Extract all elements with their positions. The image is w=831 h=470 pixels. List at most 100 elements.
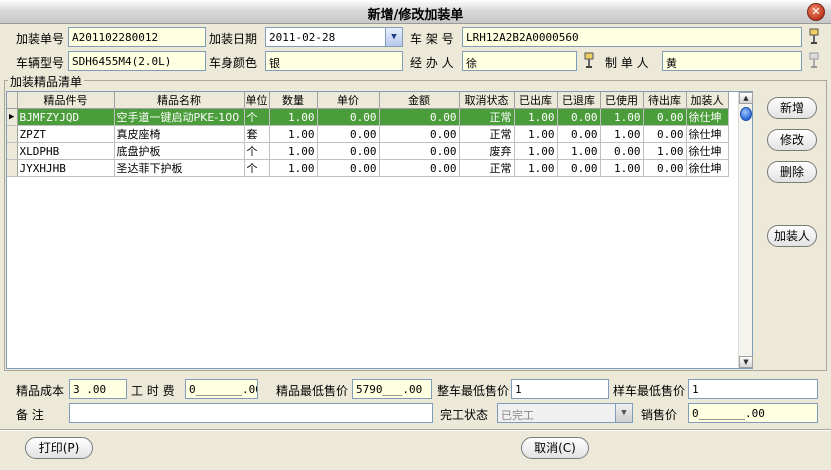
sale-price-field[interactable]: 0_______.00 <box>688 403 818 423</box>
cell-price[interactable]: 0.00 <box>317 108 380 126</box>
cell-qty[interactable]: 1.00 <box>269 108 318 126</box>
cell-cancel-status[interactable]: 正常 <box>459 108 515 126</box>
table-row[interactable]: ZPZT 真皮座椅 套 1.00 0.00 0.00 正常 1.00 0.00 … <box>7 125 729 143</box>
cell-part-name[interactable]: 空手道一键启动PKE-100 <box>114 108 245 126</box>
remark-label: 备 注 <box>16 408 44 422</box>
cell-returned[interactable]: 0.00 <box>557 108 601 126</box>
handler-lookup-icon[interactable] <box>583 51 595 71</box>
col-header[interactable]: 单位 <box>244 92 270 109</box>
color-field[interactable]: 银 <box>265 51 403 71</box>
date-picker[interactable]: 2011-02-28 ▼ <box>265 27 403 47</box>
cell-pending[interactable]: 0.00 <box>643 159 687 177</box>
cell-price[interactable]: 0.00 <box>317 159 380 177</box>
cell-amount[interactable]: 0.00 <box>379 108 460 126</box>
delete-button[interactable]: 删除 <box>767 161 817 183</box>
creator-label: 制 单 人 <box>605 56 649 70</box>
close-button[interactable]: ✕ <box>807 3 825 21</box>
print-button[interactable]: 打印(P) <box>25 437 93 459</box>
cell-part-no[interactable]: XLDPHB <box>17 142 115 160</box>
cell-unit[interactable]: 套 <box>244 125 270 143</box>
cell-used[interactable]: 1.00 <box>600 125 644 143</box>
cell-used[interactable]: 1.00 <box>600 108 644 126</box>
remark-field[interactable] <box>69 403 433 423</box>
cell-returned[interactable]: 0.00 <box>557 159 601 177</box>
scroll-down-icon[interactable]: ▼ <box>739 356 753 368</box>
cell-installer[interactable]: 徐仕坤 <box>686 108 729 126</box>
model-field[interactable]: SDH6455M4(2.0L) <box>68 51 206 71</box>
cell-part-no[interactable]: ZPZT <box>17 125 115 143</box>
footer-separator <box>0 429 831 431</box>
cost-field[interactable]: 3 .00 <box>69 379 127 399</box>
scroll-up-icon[interactable]: ▲ <box>739 92 753 104</box>
vehicle-min-field[interactable]: 1 <box>511 379 609 399</box>
add-button[interactable]: 新增 <box>767 97 817 119</box>
cell-used[interactable]: 1.00 <box>600 159 644 177</box>
cell-installer[interactable]: 徐仕坤 <box>686 125 729 143</box>
installer-button[interactable]: 加装人 <box>767 225 817 247</box>
cell-qty[interactable]: 1.00 <box>269 125 318 143</box>
cell-installer[interactable]: 徐仕坤 <box>686 159 729 177</box>
cell-out[interactable]: 1.00 <box>514 142 558 160</box>
labor-field[interactable]: 0_______.00 <box>185 379 258 399</box>
col-header[interactable]: 已使用 <box>600 92 644 109</box>
grid-scrollbar[interactable]: ▲ ▼ <box>738 92 753 368</box>
col-header[interactable]: 精品名称 <box>114 92 245 109</box>
order-no-field[interactable]: A201102280012 <box>68 27 206 47</box>
cell-cancel-status[interactable]: 正常 <box>459 159 515 177</box>
date-dropdown-icon[interactable]: ▼ <box>385 28 402 46</box>
items-grid[interactable]: 精品件号 精品名称 单位 数量 单价 金额 取消状态 已出库 已退库 已使用 待… <box>6 91 753 369</box>
cell-part-name[interactable]: 真皮座椅 <box>114 125 245 143</box>
handler-field[interactable]: 徐 <box>462 51 577 71</box>
cell-qty[interactable]: 1.00 <box>269 142 318 160</box>
scroll-thumb[interactable] <box>740 107 752 121</box>
cell-installer[interactable]: 徐仕坤 <box>686 142 729 160</box>
cell-unit[interactable]: 个 <box>244 108 270 126</box>
table-row[interactable]: XLDPHB 底盘护板 个 1.00 0.00 0.00 废弃 1.00 1.0… <box>7 142 729 160</box>
col-header[interactable]: 单价 <box>317 92 380 109</box>
status-dropdown-icon[interactable]: ▼ <box>615 404 632 422</box>
cell-unit[interactable]: 个 <box>244 159 270 177</box>
status-label: 完工状态 <box>440 408 489 422</box>
cell-out[interactable]: 1.00 <box>514 159 558 177</box>
col-header[interactable]: 已退库 <box>557 92 601 109</box>
cell-part-no[interactable]: BJMFZYJQD <box>17 108 115 126</box>
col-header[interactable]: 金额 <box>379 92 460 109</box>
cell-part-name[interactable]: 圣达菲下护板 <box>114 159 245 177</box>
row-pointer-icon: ▶ <box>7 108 18 126</box>
col-header[interactable]: 加装人 <box>686 92 729 109</box>
cell-cancel-status[interactable]: 废弃 <box>459 142 515 160</box>
cell-pending[interactable]: 0.00 <box>643 108 687 126</box>
creator-field[interactable]: 黄 <box>662 51 802 71</box>
cell-returned[interactable]: 1.00 <box>557 142 601 160</box>
status-select[interactable]: 已完工 ▼ <box>497 403 633 423</box>
cell-used[interactable]: 0.00 <box>600 142 644 160</box>
min-price-field[interactable]: 5790___.00 <box>352 379 432 399</box>
cell-out[interactable]: 1.00 <box>514 108 558 126</box>
cell-pending[interactable]: 1.00 <box>643 142 687 160</box>
cell-cancel-status[interactable]: 正常 <box>459 125 515 143</box>
cell-part-no[interactable]: JYXHJHB <box>17 159 115 177</box>
col-header[interactable]: 精品件号 <box>17 92 115 109</box>
cell-unit[interactable]: 个 <box>244 142 270 160</box>
cell-amount[interactable]: 0.00 <box>379 142 460 160</box>
col-header[interactable]: 已出库 <box>514 92 558 109</box>
cell-part-name[interactable]: 底盘护板 <box>114 142 245 160</box>
table-row[interactable]: JYXHJHB 圣达菲下护板 个 1.00 0.00 0.00 正常 1.00 … <box>7 159 729 177</box>
edit-button[interactable]: 修改 <box>767 129 817 151</box>
cell-returned[interactable]: 0.00 <box>557 125 601 143</box>
cell-price[interactable]: 0.00 <box>317 125 380 143</box>
col-header[interactable]: 取消状态 <box>459 92 515 109</box>
table-row[interactable]: ▶ BJMFZYJQD 空手道一键启动PKE-100 个 1.00 0.00 0… <box>7 108 729 126</box>
col-header[interactable]: 数量 <box>269 92 318 109</box>
col-header[interactable]: 待出库 <box>643 92 687 109</box>
cell-amount[interactable]: 0.00 <box>379 125 460 143</box>
cell-qty[interactable]: 1.00 <box>269 159 318 177</box>
vin-field[interactable]: LRH12A2B2A0000560 <box>462 27 802 47</box>
cell-pending[interactable]: 0.00 <box>643 125 687 143</box>
cell-amount[interactable]: 0.00 <box>379 159 460 177</box>
sample-min-field[interactable]: 1 <box>688 379 818 399</box>
vin-lookup-icon[interactable] <box>808 27 820 47</box>
cancel-button[interactable]: 取消(C) <box>521 437 589 459</box>
cell-price[interactable]: 0.00 <box>317 142 380 160</box>
cell-out[interactable]: 1.00 <box>514 125 558 143</box>
